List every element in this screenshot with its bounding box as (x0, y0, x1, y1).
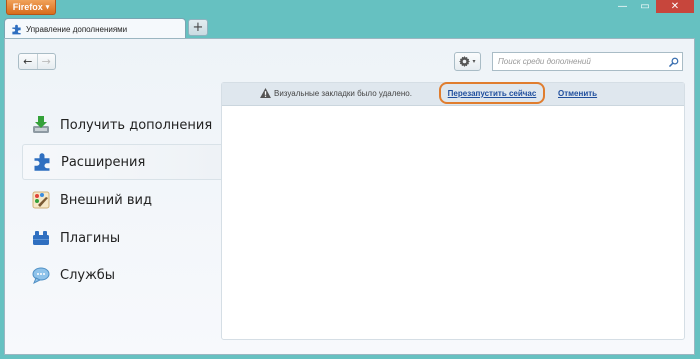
maximize-button[interactable]: ▭ (634, 0, 656, 13)
sidebar-item-label: Расширения (61, 154, 146, 170)
appearance-brush-icon (30, 189, 52, 211)
sidebar-item-extensions[interactable]: Расширения (22, 144, 222, 180)
back-button[interactable]: ← (19, 54, 38, 69)
sidebar-item-label: Получить дополнения (60, 117, 213, 133)
firefox-menu-button[interactable]: Firefox ▾ (6, 0, 56, 15)
search-input[interactable] (493, 56, 667, 67)
search-icon[interactable] (666, 57, 682, 67)
sidebar-item-plugins[interactable]: Плагины (22, 220, 222, 256)
arrow-right-icon: → (41, 55, 51, 68)
sidebar-item-label: Внешний вид (60, 192, 152, 208)
sidebar-item-get-addons[interactable]: Получить дополнения (22, 107, 222, 143)
maximize-icon: ▭ (640, 1, 650, 12)
close-icon: ✕ (670, 1, 680, 12)
notification-bar: Визуальные закладки было удалено. Переза… (222, 82, 684, 106)
notification-message: Визуальные закладки было удалено. (274, 89, 412, 98)
tab-label: Управление дополнениями (26, 24, 128, 34)
puzzle-piece-icon (31, 151, 53, 173)
window-controls: — ▭ ✕ (611, 0, 694, 13)
firefox-menu-label: Firefox (12, 2, 43, 12)
sidebar-item-label: Плагины (60, 230, 121, 246)
tab-addons-manager[interactable]: Управление дополнениями (4, 18, 186, 39)
arrow-left-icon: ← (23, 55, 33, 68)
gear-icon (459, 52, 471, 71)
minimize-icon: — (617, 1, 628, 12)
plugin-block-icon (30, 227, 52, 249)
minimize-button[interactable]: — (611, 0, 634, 13)
new-tab-button[interactable]: + (188, 19, 208, 36)
history-navigation: ← → (18, 53, 56, 70)
sidebar-item-appearance[interactable]: Внешний вид (22, 182, 222, 218)
tab-strip: Управление дополнениями + (0, 14, 700, 39)
sidebar-item-services[interactable]: Службы (22, 257, 222, 293)
close-window-button[interactable]: ✕ (656, 0, 694, 13)
restart-highlight: Перезапустить сейчас (439, 82, 545, 104)
chevron-down-icon: ▾ (45, 4, 50, 11)
services-chat-icon (30, 264, 52, 286)
sidebar-item-label: Службы (60, 267, 116, 283)
download-addons-icon (30, 114, 52, 136)
search-box (492, 52, 683, 71)
chevron-down-icon: ▾ (472, 58, 476, 65)
tools-menu-button[interactable]: ▾ (454, 52, 481, 71)
plus-icon: + (192, 20, 204, 35)
addons-manager-content: ← → ▾ Получить дополнения Расширения Вне… (4, 38, 695, 355)
extensions-list-panel: Визуальные закладки было удалено. Переза… (221, 82, 685, 340)
warning-icon (260, 88, 271, 100)
puzzle-piece-icon (11, 24, 22, 35)
undo-link[interactable]: Отменить (558, 89, 597, 98)
forward-button[interactable]: → (38, 54, 56, 69)
restart-now-link[interactable]: Перезапустить сейчас (448, 89, 537, 98)
